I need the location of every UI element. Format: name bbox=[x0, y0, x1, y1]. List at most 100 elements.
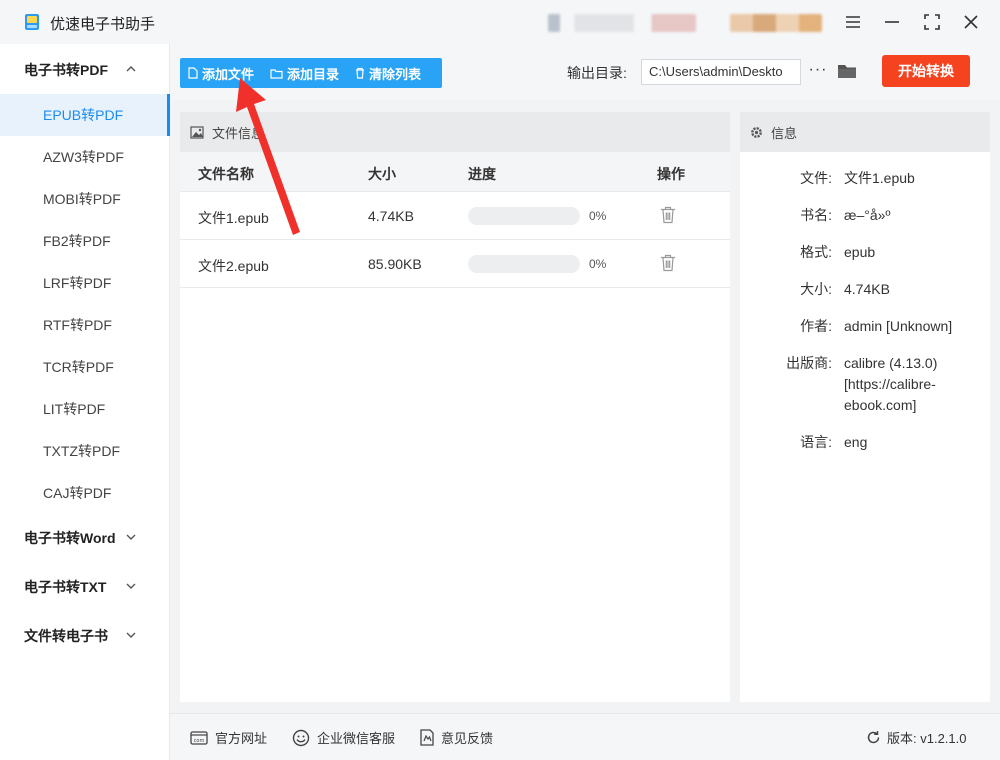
file-name: 文件1.epub bbox=[198, 210, 269, 226]
feedback-icon bbox=[420, 729, 434, 746]
app-title: 优速电子书助手 bbox=[50, 16, 156, 33]
sidebar-group-label: 电子书转Word bbox=[24, 530, 116, 546]
info-value: 4.74KB bbox=[844, 281, 890, 297]
menu-icon bbox=[846, 16, 860, 28]
column-header-action: 操作 bbox=[657, 166, 685, 182]
sidebar-group-label: 文件转电子书 bbox=[24, 628, 108, 644]
info-panel-header: 信息 bbox=[740, 112, 990, 152]
info-value: 文件1.epub bbox=[844, 170, 915, 186]
sidebar-group-ebook-to-pdf[interactable]: 电子书转PDF bbox=[0, 50, 170, 90]
delete-trash-icon[interactable] bbox=[660, 254, 676, 272]
minimize-icon bbox=[885, 21, 899, 23]
folder-outline-icon bbox=[270, 68, 283, 79]
sidebar-item-caj-to-pdf[interactable]: CAJ转PDF bbox=[0, 472, 170, 514]
output-directory-label: 输出目录: bbox=[567, 65, 627, 81]
sidebar-group-ebook-to-word[interactable]: 电子书转Word bbox=[0, 518, 170, 558]
website-icon: com bbox=[190, 730, 208, 745]
wechat-support-label: 企业微信客服 bbox=[317, 731, 396, 746]
version-label: 版本: v1.2.1.0 bbox=[887, 731, 967, 746]
start-convert-button[interactable]: 开始转换 bbox=[882, 55, 970, 87]
file-name: 文件2.epub bbox=[198, 258, 269, 274]
refresh-icon[interactable] bbox=[866, 730, 881, 745]
file-size: 4.74KB bbox=[368, 208, 414, 224]
file-icon bbox=[188, 67, 198, 79]
sidebar-group-label: 电子书转TXT bbox=[24, 579, 107, 595]
file-size: 85.90KB bbox=[368, 256, 422, 272]
chat-icon bbox=[292, 729, 310, 746]
chevron-down-icon bbox=[126, 534, 136, 540]
app-logo-icon bbox=[25, 14, 39, 30]
sidebar-item-label: AZW3转PDF bbox=[43, 149, 124, 165]
info-value: epub bbox=[844, 244, 876, 260]
maximize-button[interactable] bbox=[920, 10, 944, 34]
sidebar-item-lrf-to-pdf[interactable]: LRF转PDF bbox=[0, 262, 170, 304]
table-row[interactable]: 文件1.epub 4.74KB 0% bbox=[180, 192, 730, 240]
info-key: 语言: bbox=[800, 434, 832, 450]
sidebar-item-label: EPUB转PDF bbox=[43, 107, 124, 123]
sidebar-item-azw3-to-pdf[interactable]: AZW3转PDF bbox=[0, 136, 170, 178]
column-header-size: 大小 bbox=[368, 166, 396, 182]
sidebar-group-ebook-to-txt[interactable]: 电子书转TXT bbox=[0, 567, 170, 607]
add-directory-label: 添加目录 bbox=[287, 66, 340, 82]
info-key: 文件: bbox=[800, 170, 832, 186]
column-header-progress: 进度 bbox=[468, 166, 496, 182]
trash-icon bbox=[356, 67, 365, 79]
sidebar-item-rtf-to-pdf[interactable]: RTF转PDF bbox=[0, 304, 170, 346]
progress-percent: 0% bbox=[589, 257, 607, 271]
close-icon bbox=[964, 15, 978, 29]
toolbar: 添加文件 添加目录 清除列表 输出目录: C:\Users\admin\Desk… bbox=[170, 44, 1000, 100]
info-key: 格式: bbox=[800, 244, 832, 260]
file-panel-header: 文件信息 bbox=[180, 112, 730, 152]
sidebar-item-label: TXTZ转PDF bbox=[43, 443, 120, 459]
browse-folder-icon[interactable] bbox=[836, 60, 858, 82]
chevron-down-icon bbox=[126, 632, 136, 638]
sidebar-item-epub-to-pdf[interactable]: EPUB转PDF bbox=[0, 94, 170, 136]
close-button[interactable] bbox=[959, 10, 983, 34]
minimize-button[interactable] bbox=[880, 10, 904, 34]
feedback-link[interactable]: 意见反馈 bbox=[420, 728, 493, 747]
chevron-up-icon bbox=[126, 66, 136, 72]
add-directory-button[interactable]: 添加目录 bbox=[262, 58, 347, 88]
feedback-label: 意见反馈 bbox=[441, 731, 494, 746]
column-header-name: 文件名称 bbox=[198, 166, 254, 182]
sidebar-item-txtz-to-pdf[interactable]: TXTZ转PDF bbox=[0, 430, 170, 472]
sidebar-item-label: LIT转PDF bbox=[43, 401, 106, 417]
sidebar-item-label: FB2转PDF bbox=[43, 233, 111, 249]
output-directory-input[interactable]: C:\Users\admin\Deskto bbox=[641, 59, 801, 85]
sidebar-group-label: 电子书转PDF bbox=[24, 62, 108, 78]
sidebar-item-label: RTF转PDF bbox=[43, 317, 112, 333]
table-row[interactable]: 文件2.epub 85.90KB 0% bbox=[180, 240, 730, 288]
file-actions-group: 添加文件 添加目录 清除列表 bbox=[180, 58, 442, 88]
clear-list-button[interactable]: 清除列表 bbox=[347, 58, 429, 88]
wechat-support-link[interactable]: 企业微信客服 bbox=[292, 728, 395, 747]
delete-trash-icon[interactable] bbox=[660, 206, 676, 224]
blurred-account-info bbox=[548, 14, 696, 32]
progress-percent: 0% bbox=[589, 209, 607, 223]
more-options-button[interactable]: ··· bbox=[808, 61, 828, 81]
svg-text:com: com bbox=[194, 738, 205, 744]
official-website-label: 官方网址 bbox=[215, 731, 268, 746]
clear-list-label: 清除列表 bbox=[369, 66, 422, 82]
sidebar-item-lit-to-pdf[interactable]: LIT转PDF bbox=[0, 388, 170, 430]
sidebar-item-label: MOBI转PDF bbox=[43, 191, 121, 207]
info-value: calibre (4.13.0) [https://calibre-ebook.… bbox=[844, 355, 938, 413]
progress-bar bbox=[468, 255, 580, 273]
info-key: 作者: bbox=[800, 318, 832, 334]
info-value: eng bbox=[844, 434, 868, 450]
version-info: 版本: v1.2.1.0 bbox=[866, 728, 966, 747]
menu-button[interactable] bbox=[841, 10, 865, 34]
gear-icon bbox=[751, 126, 762, 138]
footer-bar: com 官方网址 企业微信客服 意见反馈 版本: v1.2.1.0 bbox=[170, 713, 1000, 760]
sidebar-item-fb2-to-pdf[interactable]: FB2转PDF bbox=[0, 220, 170, 262]
file-list-panel: 文件信息 文件名称 大小 进度 操作 文件1.epub 4.74KB 0% 文件… bbox=[180, 112, 730, 702]
sidebar-item-label: CAJ转PDF bbox=[43, 485, 112, 501]
file-table-header: 文件名称 大小 进度 操作 bbox=[180, 152, 730, 192]
official-website-link[interactable]: com 官方网址 bbox=[190, 728, 267, 747]
sidebar-item-mobi-to-pdf[interactable]: MOBI转PDF bbox=[0, 178, 170, 220]
add-file-button[interactable]: 添加文件 bbox=[180, 58, 262, 88]
blurred-user-avatar bbox=[730, 14, 822, 32]
add-file-label: 添加文件 bbox=[202, 66, 255, 82]
sidebar-item-tcr-to-pdf[interactable]: TCR转PDF bbox=[0, 346, 170, 388]
chevron-down-icon bbox=[126, 583, 136, 589]
sidebar-group-file-to-ebook[interactable]: 文件转电子书 bbox=[0, 616, 170, 656]
